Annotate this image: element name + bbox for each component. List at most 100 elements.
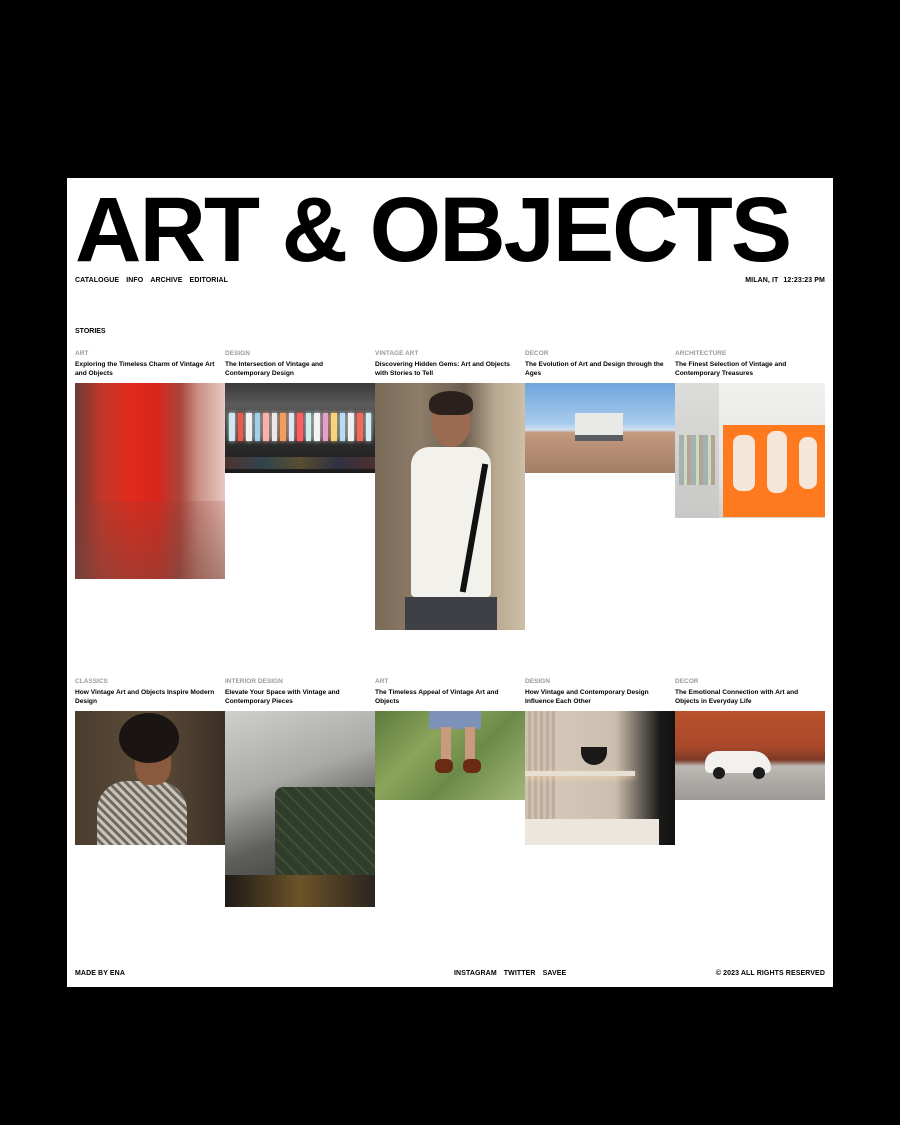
floor-reflection xyxy=(225,457,375,469)
neon-tube xyxy=(280,413,286,441)
counter xyxy=(525,819,659,845)
neon-tube xyxy=(263,413,269,441)
poster-collage xyxy=(679,435,715,485)
neon-tube xyxy=(339,413,346,441)
neon-tube xyxy=(305,413,312,441)
social-links: INSTAGRAM TWITTER SAVEE xyxy=(454,970,566,977)
stories-row: ART Exploring the Timeless Charm of Vint… xyxy=(75,350,825,678)
story-category: VINTAGE ART xyxy=(375,350,419,357)
figure-leg xyxy=(441,727,451,763)
story-card[interactable]: VINTAGE ART Discovering Hidden Gems: Art… xyxy=(375,350,525,678)
neon-tube xyxy=(365,413,372,441)
story-card[interactable]: ART The Timeless Appeal of Vintage Art a… xyxy=(375,678,525,978)
bowl xyxy=(581,747,607,765)
story-title[interactable]: Elevate Your Space with Vintage and Cont… xyxy=(225,689,375,711)
location-clock: MILAN, IT 12:23:23 PM xyxy=(745,277,825,284)
neon-tubes xyxy=(225,413,375,441)
figure-shirt xyxy=(411,447,491,597)
story-card[interactable]: DESIGN How Vintage and Contemporary Desi… xyxy=(525,678,675,978)
neon-tube xyxy=(229,413,235,441)
story-category: ART xyxy=(375,678,389,685)
painted-figure xyxy=(767,431,787,493)
nav-editorial[interactable]: EDITORIAL xyxy=(190,277,229,284)
neon-tube xyxy=(331,413,337,441)
story-image[interactable] xyxy=(525,711,675,845)
social-instagram[interactable]: INSTAGRAM xyxy=(454,970,497,977)
story-card[interactable]: CLASSICS How Vintage Art and Objects Ins… xyxy=(75,678,225,978)
story-title[interactable]: Exploring the Timeless Charm of Vintage … xyxy=(75,361,225,383)
story-card[interactable]: INTERIOR DESIGN Elevate Your Space with … xyxy=(225,678,375,978)
desert-building xyxy=(575,413,623,441)
story-title[interactable]: The Timeless Appeal of Vintage Art and O… xyxy=(375,689,525,711)
figure-hair xyxy=(429,391,473,415)
story-image[interactable] xyxy=(225,711,375,907)
social-savee[interactable]: SAVEE xyxy=(543,970,567,977)
story-category: ARCHITECTURE xyxy=(675,350,727,357)
story-image[interactable] xyxy=(525,383,675,473)
figure-shoe xyxy=(435,759,453,773)
neon-tube xyxy=(246,413,252,441)
neon-tube xyxy=(297,413,303,441)
story-image[interactable] xyxy=(225,383,375,473)
story-image[interactable] xyxy=(375,383,525,630)
stories-row: CLASSICS How Vintage Art and Objects Ins… xyxy=(75,678,825,978)
nav-info[interactable]: INFO xyxy=(126,277,143,284)
story-image[interactable] xyxy=(375,711,525,800)
story-title[interactable]: The Emotional Connection with Art and Ob… xyxy=(675,689,825,711)
neon-tube xyxy=(237,413,244,441)
neon-tube xyxy=(254,413,261,441)
story-image[interactable] xyxy=(675,383,825,518)
neon-tube xyxy=(348,413,354,441)
story-title[interactable]: The Intersection of Vintage and Contempo… xyxy=(225,361,375,383)
section-label: STORIES xyxy=(75,328,106,335)
story-title[interactable]: Discovering Hidden Gems: Art and Objects… xyxy=(375,361,525,383)
main-nav: CATALOGUE INFO ARCHIVE EDITORIAL xyxy=(75,277,228,284)
figure-hair xyxy=(119,713,179,763)
floor xyxy=(225,875,375,907)
story-card[interactable]: DECOR The Emotional Connection with Art … xyxy=(675,678,825,978)
figure-shoe xyxy=(463,759,481,773)
nav-catalogue[interactable]: CATALOGUE xyxy=(75,277,119,284)
story-card[interactable]: ART Exploring the Timeless Charm of Vint… xyxy=(75,350,225,678)
green-sofa xyxy=(275,787,375,879)
figure-shirt xyxy=(97,781,187,845)
neon-tube xyxy=(356,413,363,441)
neon-tube xyxy=(271,413,278,441)
social-twitter[interactable]: TWITTER xyxy=(504,970,536,977)
site-title: ART & OBJECTS xyxy=(75,179,792,281)
page: ART & OBJECTS CATALOGUE INFO ARCHIVE EDI… xyxy=(67,178,833,987)
painted-figure xyxy=(799,437,817,489)
neon-tube xyxy=(322,413,329,441)
figure-trousers xyxy=(405,597,497,630)
car-wheel xyxy=(713,767,725,779)
nav-archive[interactable]: ARCHIVE xyxy=(150,277,182,284)
story-card[interactable]: ARCHITECTURE The Finest Selection of Vin… xyxy=(675,350,825,678)
car-wheel xyxy=(753,767,765,779)
story-title[interactable]: How Vintage and Contemporary Design Infl… xyxy=(525,689,675,711)
lit-shelf xyxy=(525,771,635,776)
story-category: DECOR xyxy=(675,678,699,685)
story-image[interactable] xyxy=(75,711,225,845)
story-title[interactable]: The Evolution of Art and Design through … xyxy=(525,361,675,383)
footer: MADE BY ena INSTAGRAM TWITTER SAVEE © 20… xyxy=(75,970,825,980)
copyright: © 2023 ALL RIGHTS RESERVED xyxy=(715,970,825,977)
story-category: INTERIOR DESIGN xyxy=(225,678,283,685)
story-title[interactable]: How Vintage Art and Objects Inspire Mode… xyxy=(75,689,225,711)
credit: MADE BY ena xyxy=(75,970,125,977)
location: MILAN, IT xyxy=(745,277,779,284)
story-title[interactable]: The Finest Selection of Vintage and Cont… xyxy=(675,361,825,383)
story-image[interactable] xyxy=(75,383,225,579)
figure-leg xyxy=(465,727,475,763)
neon-tube xyxy=(314,413,320,441)
story-category: ART xyxy=(75,350,89,357)
story-image[interactable] xyxy=(675,711,825,800)
story-card[interactable]: DESIGN The Intersection of Vintage and C… xyxy=(225,350,375,678)
story-category: CLASSICS xyxy=(75,678,108,685)
story-category: DESIGN xyxy=(525,678,550,685)
stories-grid: ART Exploring the Timeless Charm of Vint… xyxy=(75,350,825,978)
story-category: DECOR xyxy=(525,350,549,357)
story-category: DESIGN xyxy=(225,350,250,357)
story-card[interactable]: DECOR The Evolution of Art and Design th… xyxy=(525,350,675,678)
orange-canvas xyxy=(723,425,825,517)
clock: 12:23:23 PM xyxy=(783,277,825,284)
